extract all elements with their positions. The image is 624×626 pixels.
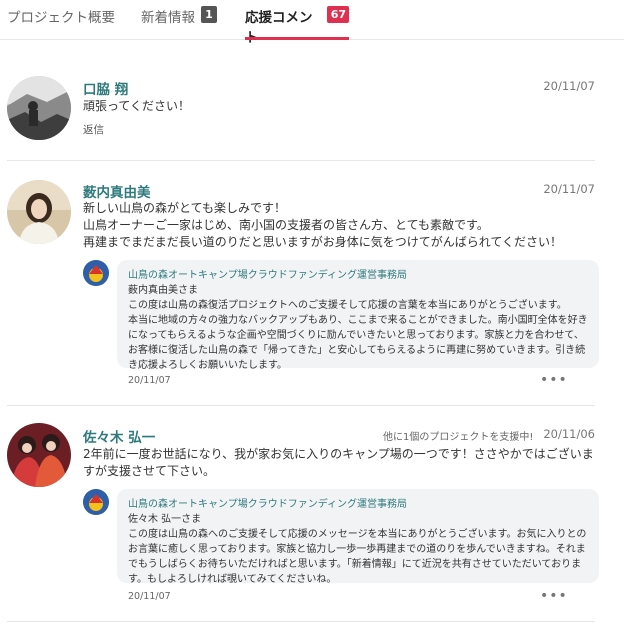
comment-body: 新しい山鳥の森がとても楽しみです！ 山鳥オーナーご一家はじめ、南小国の支援者の皆… <box>83 201 563 249</box>
reply-date: 20/11/07 <box>128 375 171 386</box>
reply-addressee: 佐々木 弘一さま <box>128 514 202 525</box>
comment-date: 20/11/06 <box>543 427 595 441</box>
commenter-name[interactable]: 佐々木 弘一 <box>83 426 155 446</box>
organizer-avatar <box>83 489 109 515</box>
avatar <box>7 76 71 140</box>
divider <box>7 405 595 406</box>
more-options-icon[interactable]: ••• <box>540 588 568 604</box>
commenter-name[interactable]: 薮内真由美 <box>83 181 151 201</box>
reply-addressee: 薮内真由美さま <box>128 285 198 296</box>
commenter-name[interactable]: 口脇 翔 <box>83 78 128 98</box>
tab-label: 応援コメント <box>245 10 313 46</box>
tab-bar: プロジェクト概要 新着情報 1 応援コメント 67 <box>0 0 624 46</box>
tab-label: プロジェクト概要 <box>7 10 115 26</box>
supporter-note[interactable]: 他に1個のプロジェクトを支援中! <box>383 428 533 443</box>
active-tab-indicator <box>245 37 349 40</box>
divider <box>7 160 595 161</box>
organizer-reply: 山鳥の森オートキャンプ場クラウドファンディング運営事務局 佐々木 弘一さま この… <box>117 489 599 585</box>
reply-org-name[interactable]: 山鳥の森オートキャンプ場クラウドファンディング運営事務局 <box>128 268 588 283</box>
tab-support-comments[interactable]: 応援コメント 67 <box>245 0 349 46</box>
comment-date: 20/11/07 <box>543 79 595 93</box>
comment-body: 頑張ってください！ <box>83 99 191 113</box>
tab-label: 新着情報 <box>141 10 195 26</box>
tab-news[interactable]: 新着情報 1 <box>141 0 217 40</box>
reply-text: この度は山鳥の森へのご支援そして応援のメッセージを本当にありがとうございます。お… <box>128 529 587 585</box>
reply-date: 20/11/07 <box>128 591 171 602</box>
organizer-avatar <box>83 260 109 286</box>
comment-count-badge: 67 <box>326 6 349 23</box>
reply-org-name[interactable]: 山鳥の森オートキャンプ場クラウドファンディング運営事務局 <box>128 497 588 512</box>
reply-text: この度は山鳥の森復活プロジェクトへのご支援そして応援の言葉を本当にありがとうござ… <box>128 300 588 371</box>
avatar <box>7 180 71 244</box>
organizer-reply: 山鳥の森オートキャンプ場クラウドファンディング運営事務局 薮内真由美さま この度… <box>117 260 599 371</box>
comment-body: 2年前に一度お世話になり、我が家お気に入りのキャンプ場の一つです！ささやかではご… <box>83 447 594 478</box>
tab-project-overview[interactable]: プロジェクト概要 <box>7 0 115 40</box>
avatar <box>7 423 71 487</box>
reply-link[interactable]: 返信 <box>83 122 104 137</box>
news-count-badge: 1 <box>201 6 217 23</box>
more-options-icon[interactable]: ••• <box>540 372 568 388</box>
comment-date: 20/11/07 <box>543 182 595 196</box>
divider <box>7 621 595 622</box>
